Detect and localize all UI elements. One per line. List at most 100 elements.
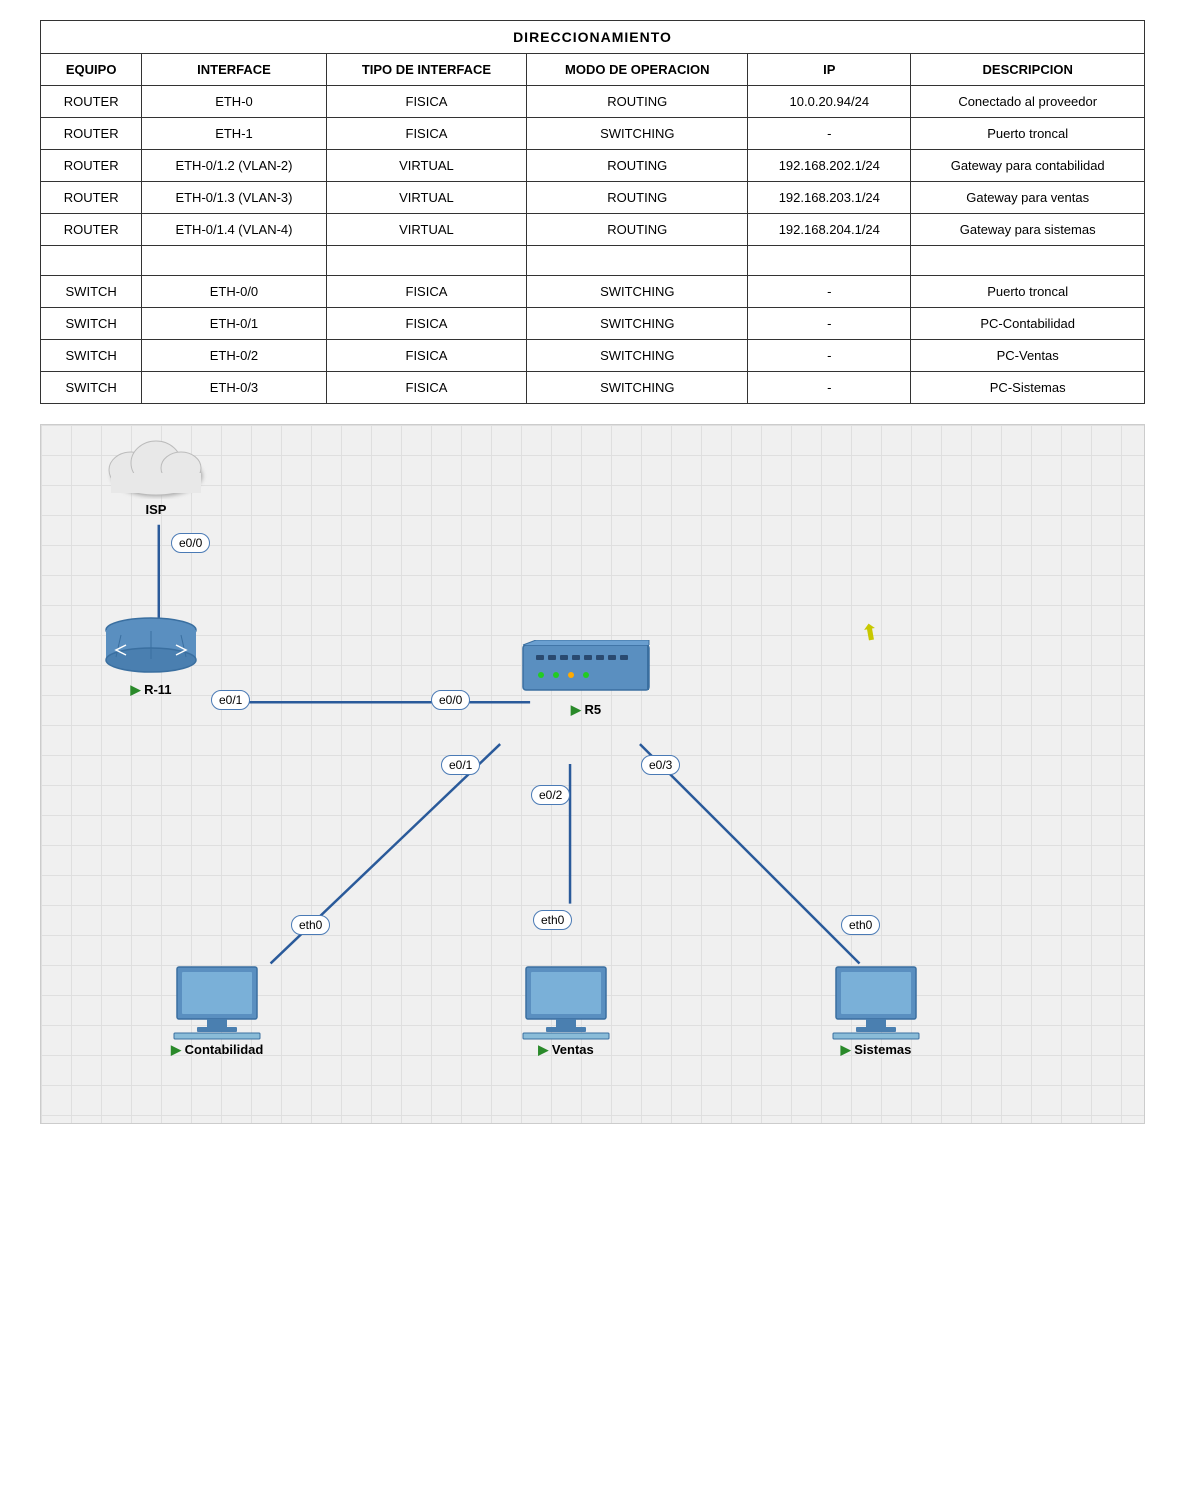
col-descripcion: DESCRIPCION bbox=[911, 54, 1145, 86]
table-cell-row1-col5: Puerto troncal bbox=[911, 118, 1145, 150]
port-eth0-ventas: eth0 bbox=[533, 910, 572, 930]
sistemas-node: Sistemas bbox=[831, 965, 921, 1058]
table-cell-row3-col5: Gateway para ventas bbox=[911, 182, 1145, 214]
table-cell-row2-col2: VIRTUAL bbox=[326, 150, 527, 182]
port-e01-r5: e0/1 bbox=[441, 755, 480, 775]
empty-cell bbox=[142, 246, 326, 276]
port-e00-r11: e0/0 bbox=[171, 533, 210, 553]
table-cell-row8-col2: FISICA bbox=[326, 340, 527, 372]
pc-ventas-icon bbox=[521, 965, 611, 1040]
table-row: ROUTERETH-0/1.2 (VLAN-2)VIRTUALROUTING19… bbox=[41, 150, 1145, 182]
isp-label: ISP bbox=[146, 502, 167, 517]
router-r5-label: R5 bbox=[571, 702, 601, 718]
table-cell-row9-col4: - bbox=[748, 372, 911, 404]
table-row: ROUTERETH-1FISICASWITCHING-Puerto tronca… bbox=[41, 118, 1145, 150]
table-cell-row0-col2: FISICA bbox=[326, 86, 527, 118]
ventas-node: Ventas bbox=[521, 965, 611, 1058]
table-cell-row2-col3: ROUTING bbox=[527, 150, 748, 182]
port-e02-r5: e0/2 bbox=[531, 785, 570, 805]
table-cell-row9-col1: ETH-0/3 bbox=[142, 372, 326, 404]
router-r5-node: R5 bbox=[521, 640, 651, 718]
table-cell-row2-col0: ROUTER bbox=[41, 150, 142, 182]
table-cell-row6-col4: - bbox=[748, 276, 911, 308]
cursor-arrow: ⬆ bbox=[859, 619, 882, 648]
isp-node: ISP bbox=[101, 435, 211, 517]
table-row: SWITCHETH-0/2FISICASWITCHING-PC-Ventas bbox=[41, 340, 1145, 372]
table-cell-row3-col0: ROUTER bbox=[41, 182, 142, 214]
empty-cell bbox=[748, 246, 911, 276]
table-cell-row0-col1: ETH-0 bbox=[142, 86, 326, 118]
contabilidad-label: Contabilidad bbox=[171, 1042, 263, 1058]
table-cell-row8-col3: SWITCHING bbox=[527, 340, 748, 372]
table-cell-row7-col1: ETH-0/1 bbox=[142, 308, 326, 340]
table-cell-row6-col0: SWITCH bbox=[41, 276, 142, 308]
table-cell-row8-col4: - bbox=[748, 340, 911, 372]
sistemas-label: Sistemas bbox=[841, 1042, 912, 1058]
port-e00-r5: e0/0 bbox=[431, 690, 470, 710]
table-cell-row6-col1: ETH-0/0 bbox=[142, 276, 326, 308]
port-e03-r5: e0/3 bbox=[641, 755, 680, 775]
table-row: SWITCHETH-0/1FISICASWITCHING-PC-Contabil… bbox=[41, 308, 1145, 340]
table-cell-row8-col5: PC-Ventas bbox=[911, 340, 1145, 372]
table-row: SWITCHETH-0/0FISICASWITCHING-Puerto tron… bbox=[41, 276, 1145, 308]
col-modo-operacion: MODO DE OPERACION bbox=[527, 54, 748, 86]
table-cell-row7-col0: SWITCH bbox=[41, 308, 142, 340]
table-title: DIRECCIONAMIENTO bbox=[41, 21, 1145, 54]
table-cell-row0-col0: ROUTER bbox=[41, 86, 142, 118]
port-eth0-sistemas: eth0 bbox=[841, 915, 880, 935]
port-e01-r11: e0/1 bbox=[211, 690, 250, 710]
ventas-label: Ventas bbox=[538, 1042, 594, 1058]
table-cell-row1-col1: ETH-1 bbox=[142, 118, 326, 150]
table-cell-row6-col5: Puerto troncal bbox=[911, 276, 1145, 308]
table-cell-row6-col2: FISICA bbox=[326, 276, 527, 308]
table-cell-row9-col5: PC-Sistemas bbox=[911, 372, 1145, 404]
col-tipo-interface: TIPO DE INTERFACE bbox=[326, 54, 527, 86]
table-cell-row9-col3: SWITCHING bbox=[527, 372, 748, 404]
col-ip: IP bbox=[748, 54, 911, 86]
contabilidad-node: Contabilidad bbox=[171, 965, 263, 1058]
diagram-section: ISP e0/0 R-11 e0/1 e0 bbox=[40, 424, 1145, 1124]
table-cell-row2-col5: Gateway para contabilidad bbox=[911, 150, 1145, 182]
col-interface: INTERFACE bbox=[142, 54, 326, 86]
table-cell-row7-col3: SWITCHING bbox=[527, 308, 748, 340]
direccionamiento-table: DIRECCIONAMIENTO EQUIPO INTERFACE TIPO D… bbox=[40, 20, 1145, 404]
table-cell-row1-col4: - bbox=[748, 118, 911, 150]
table-cell-row1-col3: SWITCHING bbox=[527, 118, 748, 150]
port-eth0-contabilidad: eth0 bbox=[291, 915, 330, 935]
table-section: DIRECCIONAMIENTO EQUIPO INTERFACE TIPO D… bbox=[0, 0, 1185, 424]
table-cell-row3-col2: VIRTUAL bbox=[326, 182, 527, 214]
router-r11-label: R-11 bbox=[130, 682, 171, 698]
diagram-inner: ISP e0/0 R-11 e0/1 e0 bbox=[41, 425, 1144, 1123]
pc-contabilidad-icon bbox=[172, 965, 262, 1040]
table-cell-row4-col3: ROUTING bbox=[527, 214, 748, 246]
table-cell-row2-col4: 192.168.202.1/24 bbox=[748, 150, 911, 182]
router-r11-icon bbox=[101, 615, 201, 680]
table-cell-row7-col4: - bbox=[748, 308, 911, 340]
empty-cell bbox=[911, 246, 1145, 276]
table-cell-row2-col1: ETH-0/1.2 (VLAN-2) bbox=[142, 150, 326, 182]
table-cell-row1-col2: FISICA bbox=[326, 118, 527, 150]
table-cell-row6-col3: SWITCHING bbox=[527, 276, 748, 308]
table-cell-row0-col4: 10.0.20.94/24 bbox=[748, 86, 911, 118]
empty-cell bbox=[527, 246, 748, 276]
table-cell-row8-col1: ETH-0/2 bbox=[142, 340, 326, 372]
table-cell-row9-col0: SWITCH bbox=[41, 372, 142, 404]
empty-cell bbox=[41, 246, 142, 276]
table-row: ROUTERETH-0/1.4 (VLAN-4)VIRTUALROUTING19… bbox=[41, 214, 1145, 246]
table-cell-row7-col2: FISICA bbox=[326, 308, 527, 340]
empty-cell bbox=[326, 246, 527, 276]
cloud-icon bbox=[101, 435, 211, 500]
table-cell-row3-col4: 192.168.203.1/24 bbox=[748, 182, 911, 214]
table-row: ROUTERETH-0FISICAROUTING10.0.20.94/24Con… bbox=[41, 86, 1145, 118]
table-cell-row3-col1: ETH-0/1.3 (VLAN-3) bbox=[142, 182, 326, 214]
table-row: ROUTERETH-0/1.3 (VLAN-3)VIRTUALROUTING19… bbox=[41, 182, 1145, 214]
col-equipo: EQUIPO bbox=[41, 54, 142, 86]
table-cell-row0-col3: ROUTING bbox=[527, 86, 748, 118]
table-cell-row4-col0: ROUTER bbox=[41, 214, 142, 246]
router-r11-node: R-11 bbox=[101, 615, 201, 698]
table-row: SWITCHETH-0/3FISICASWITCHING-PC-Sistemas bbox=[41, 372, 1145, 404]
table-cell-row8-col0: SWITCH bbox=[41, 340, 142, 372]
table-cell-row4-col2: VIRTUAL bbox=[326, 214, 527, 246]
table-cell-row9-col2: FISICA bbox=[326, 372, 527, 404]
table-cell-row3-col3: ROUTING bbox=[527, 182, 748, 214]
